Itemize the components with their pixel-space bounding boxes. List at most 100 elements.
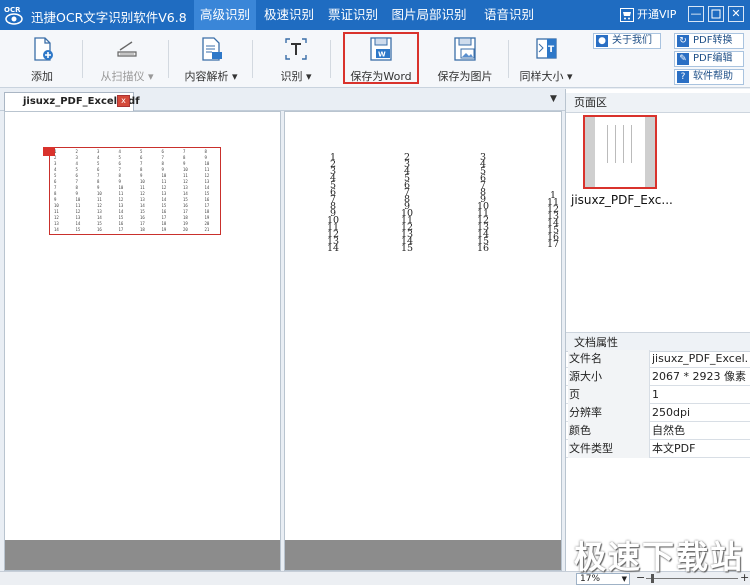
- doc-prop-key: 分辨率: [568, 404, 650, 422]
- table-cell: 12: [140, 191, 145, 196]
- recognized-column: 1 2 3 4 5 6 7 8 9 10 11 12 13 14: [323, 153, 343, 254]
- table-cell: 11: [118, 191, 124, 196]
- title-bar: OCR 迅捷OCR文字识别软件V6.8 高级识别 极速识别 票证识别 图片局部识…: [0, 0, 750, 30]
- save-as-image-button[interactable]: 保存为图片: [432, 34, 498, 84]
- table-cell: 4: [97, 155, 100, 160]
- table-cell: 14: [161, 197, 167, 202]
- scanner-button[interactable]: 从扫描仪 ▾: [96, 34, 158, 84]
- table-cell: 13: [75, 215, 81, 220]
- table-cell: 5: [118, 155, 121, 160]
- recognized-result-pane[interactable]: 1 2 3 4 5 6 7 8 9 10 11 12 13 14 2 3 4 5 6 7 8 9 10 11 12 13 14 15…: [284, 111, 562, 571]
- table-cell: 16: [161, 209, 167, 214]
- table-cell: 2: [75, 149, 78, 154]
- minimize-button[interactable]: —: [688, 6, 704, 22]
- recognized-number: 15: [400, 243, 414, 254]
- table-cell: 8: [183, 155, 186, 160]
- zoom-slider-track[interactable]: [646, 578, 738, 579]
- table-cell: 4: [118, 149, 121, 154]
- table-cell: 18: [161, 221, 167, 226]
- user-icon: ●: [596, 35, 608, 47]
- content-parse-button[interactable]: 内容解析 ▾: [180, 34, 242, 84]
- add-label: 添加: [31, 70, 53, 83]
- recognize-button[interactable]: 识别 ▾: [274, 34, 318, 84]
- table-cell: 7: [75, 179, 78, 184]
- page-thumbnail[interactable]: [583, 115, 657, 189]
- tab-ticket-ocr[interactable]: 票证识别: [322, 0, 384, 30]
- help-button[interactable]: ? 软件帮助: [674, 69, 744, 85]
- table-cell: 10: [75, 197, 81, 202]
- vip-button[interactable]: 开通VIP: [618, 5, 678, 25]
- table-cell: 11: [97, 197, 102, 202]
- pdf-edit-button[interactable]: ✎ PDF编辑: [674, 51, 744, 67]
- right-panel: 页面区 jisuxz_PDF_Exc... 文档属性 文件名 jisuxz_PDF…: [565, 89, 750, 571]
- table-cell: 9: [97, 185, 100, 190]
- table-cell: 14: [97, 215, 102, 220]
- table-cell: 13: [140, 197, 145, 202]
- table-cell: 12: [97, 203, 102, 208]
- recognized-number: 14: [326, 243, 340, 254]
- doc-prop-row: 页1: [566, 386, 750, 404]
- toolbar-divider: [330, 40, 331, 78]
- content-parse-icon: [202, 37, 222, 61]
- doc-prop-row: 文件类型 本文PDF: [566, 440, 750, 458]
- table-cell: 9: [183, 161, 186, 166]
- close-document-button[interactable]: x: [117, 95, 130, 107]
- svg-text:OCR: OCR: [4, 6, 21, 14]
- help-icon: ?: [677, 71, 689, 83]
- toolbar-divider: [252, 40, 253, 78]
- scanner-label: 从扫描仪 ▾: [100, 70, 154, 83]
- recognized-number: 16: [476, 243, 490, 254]
- maximize-button[interactable]: [708, 6, 724, 22]
- save-as-word-button[interactable]: W 保存为Word: [343, 32, 419, 84]
- thumbnail-page: [595, 117, 645, 187]
- table-cell: 2: [54, 155, 57, 160]
- table-cell: 7: [183, 149, 186, 154]
- table-cell: 18: [140, 227, 145, 232]
- table-cell: 12: [118, 197, 124, 202]
- add-button[interactable]: 添加: [20, 34, 64, 84]
- save-image-icon: [454, 37, 476, 61]
- tab-advanced-ocr[interactable]: 高级识别: [194, 0, 256, 30]
- original-pane-bottom-area: [5, 540, 280, 570]
- table-cell: 13: [183, 185, 188, 190]
- table-cell: 16: [183, 203, 188, 208]
- table-cell: 13: [97, 209, 102, 214]
- table-cell: 15: [97, 221, 102, 226]
- about-us-button[interactable]: ● 关于我们: [593, 33, 661, 49]
- scanner-icon: [117, 41, 137, 57]
- tab-voice-ocr[interactable]: 语音识别: [478, 0, 540, 30]
- tab-fast-ocr[interactable]: 极速识别: [258, 0, 320, 30]
- tab-image-region-ocr[interactable]: 图片局部识别: [386, 0, 472, 30]
- table-cell: 10: [54, 203, 59, 208]
- table-cell: 10: [140, 179, 145, 184]
- table-cell: 4: [75, 161, 78, 166]
- document-tab[interactable]: jisuxz_PDF_Excel.pdf x: [4, 92, 140, 111]
- toolbar: 添加 从扫描仪 ▾ 内容解析 ▾ 识别 ▾ W 保存为Word 保存为图片 T …: [0, 30, 750, 88]
- table-cell: 12: [54, 215, 59, 220]
- table-cell: 10: [97, 191, 102, 196]
- table-cell: 7: [97, 173, 100, 178]
- convert-icon: ↻: [677, 35, 689, 47]
- original-page-pane[interactable]: 1 2 3 4 5 6 7 8 2 3 4 5 6 7 8 9 3 4 5 6 7 8 9 10 4 5 6 7 8 9 10 11 5 6 7 8 9…: [4, 111, 281, 571]
- table-cell: 12: [75, 209, 81, 214]
- pdf-convert-button[interactable]: ↻ PDF转换: [674, 33, 744, 49]
- table-cell: 11: [183, 173, 188, 178]
- table-cell: 17: [118, 227, 124, 232]
- table-cell: 7: [140, 161, 143, 166]
- save-as-word-label: 保存为Word: [350, 70, 412, 83]
- table-cell: 13: [54, 221, 59, 226]
- table-cell: 8: [204, 149, 207, 154]
- table-cell: 16: [204, 197, 210, 202]
- close-button[interactable]: ✕: [728, 6, 744, 22]
- table-cell: 8: [140, 167, 143, 172]
- table-cell: 17: [204, 203, 210, 208]
- doc-prop-key: 页: [568, 386, 650, 404]
- recognize-label: 识别 ▾: [280, 70, 312, 83]
- doc-prop-key: 颜色: [568, 422, 650, 440]
- table-cell: 8: [54, 191, 57, 196]
- table-cell: 5: [140, 149, 143, 154]
- same-size-button[interactable]: T 同样大小 ▾: [518, 34, 574, 84]
- document-menu-arrow-icon[interactable]: ▼: [550, 94, 557, 104]
- table-cell: 20: [183, 227, 188, 232]
- table-cell: 7: [54, 185, 57, 190]
